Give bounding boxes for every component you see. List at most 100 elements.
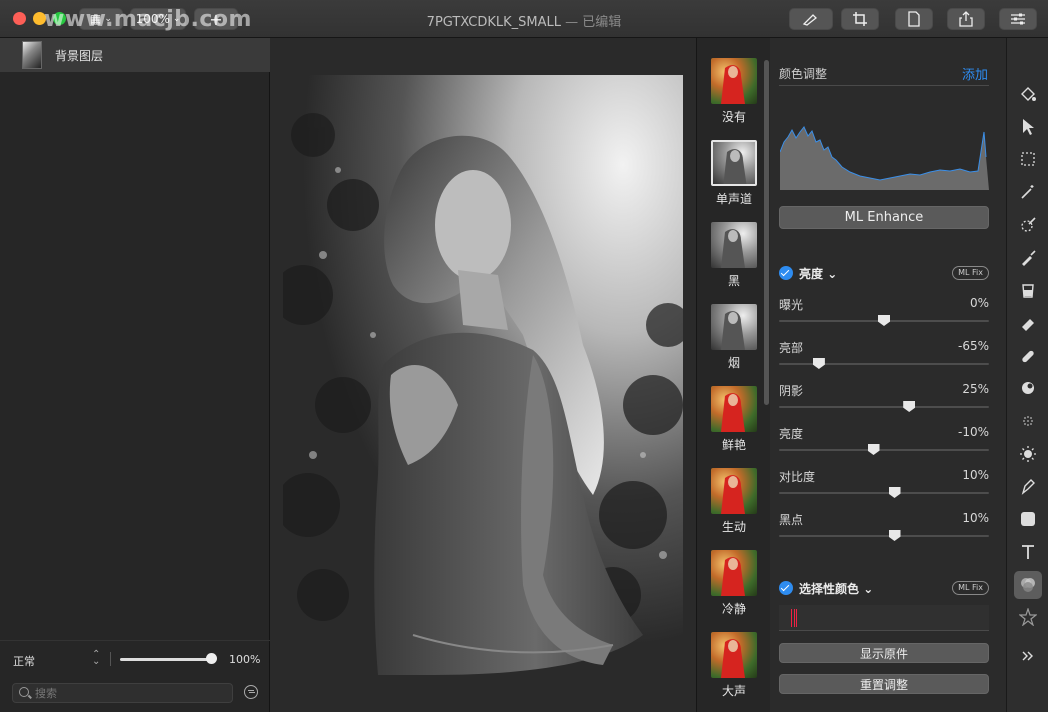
photo-canvas[interactable] [283,75,683,675]
bucket-fill-icon[interactable] [1014,276,1042,304]
slider-value: 10% [962,511,989,525]
crop-button[interactable] [841,8,879,30]
slider-label: 对比度 [779,470,816,484]
adjust-slider[interactable]: 黑点 10% [779,511,989,545]
text-icon[interactable] [1014,538,1042,566]
checkmark-icon[interactable] [779,266,793,280]
opacity-slider-knob[interactable] [206,653,217,664]
preset-item[interactable]: 大声 [709,632,759,699]
divider [779,85,989,86]
opacity-slider[interactable] [120,658,212,661]
checkmark-icon[interactable] [779,581,793,595]
preset-item[interactable]: 生动 [709,468,759,535]
preset-thumbnail [711,222,757,268]
up-down-arrows-icon[interactable]: ⌃ ⌄ [92,650,100,667]
color-marker [791,609,792,627]
slider-track[interactable] [779,535,989,537]
blur-icon[interactable] [1014,407,1042,435]
adjust-slider[interactable]: 亮度 -10% [779,425,989,459]
slider-label: 亮度 [779,427,804,441]
star-effects-icon[interactable] [1014,603,1042,631]
preset-thumbnail [711,550,757,596]
preset-item[interactable]: 单声道 [709,140,759,207]
more-icon[interactable] [1014,642,1042,670]
clone-stamp-icon[interactable] [1014,374,1042,402]
edited-status: — 已编辑 [565,15,622,30]
crop-icon [853,12,867,26]
eraser-icon[interactable] [1014,309,1042,337]
brightness-section-label: 亮度 ⌄ [799,267,838,281]
adjust-slider[interactable]: 阴影 25% [779,382,989,416]
adjust-slider[interactable]: 亮部 -65% [779,339,989,373]
slider-knob[interactable] [812,358,825,369]
preset-item[interactable]: 鲜艳 [709,386,759,453]
layer-thumbnail [22,41,42,69]
slider-track[interactable] [779,492,989,494]
slider-value: -65% [957,339,989,353]
preset-label: 单声道 [715,192,752,206]
slider-track[interactable] [779,406,989,408]
window-title: 7PGTXCDKLK_SMALL — 已编辑 [0,11,1048,30]
reset-adjustments-button[interactable]: 重置调整 [779,674,989,694]
layer-controls: 正常 ⌃ ⌄ 100% [0,640,270,712]
slider-track[interactable] [779,449,989,451]
sliders-icon [1011,13,1025,25]
magic-wand-icon[interactable] [1014,178,1042,206]
filter-icon[interactable] [244,685,258,699]
adjustments-button[interactable] [999,8,1037,30]
titlebar: ▦ ⌄ 100% ⌄ + 7PGTXCDKLK_SMALL — 已编辑 www.… [0,0,1048,38]
share-button[interactable] [947,8,985,30]
slider-knob[interactable] [903,401,916,412]
preset-label: 烟 [727,356,740,370]
preset-label: 冷静 [721,602,746,616]
preset-thumbnail [711,58,757,104]
share-icon [959,11,973,27]
ml-fix-button[interactable]: ML Fix [952,266,989,280]
layer-search-box[interactable] [12,683,233,703]
ml-fix-button[interactable]: ML Fix [952,581,989,595]
slider-knob[interactable] [878,315,890,326]
slider-label: 亮部 [779,341,804,355]
shape-icon[interactable] [1014,505,1042,533]
slider-track[interactable] [779,363,989,365]
blend-mode-select[interactable]: 正常 [13,653,35,669]
ml-enhance-button[interactable]: ML Enhance [779,206,989,229]
search-input[interactable] [35,686,225,701]
preset-thumbnail [711,140,757,186]
edit-tool-button[interactable] [789,8,833,30]
slider-label: 曝光 [779,298,804,312]
adjust-slider[interactable]: 曝光 0% [779,296,989,330]
slider-knob[interactable] [888,487,901,498]
preset-thumbnail [711,632,757,678]
bandage-repair-icon[interactable] [1014,342,1042,370]
quick-select-icon[interactable] [1014,211,1042,239]
show-original-button[interactable]: 显示原件 [779,643,989,663]
preset-scrollbar[interactable] [764,60,769,405]
sun-icon[interactable] [1014,440,1042,468]
slider-knob[interactable] [888,530,901,541]
arrow-cursor-icon[interactable] [1014,113,1042,141]
slider-knob[interactable] [867,444,880,455]
layers-sidebar: 背景图层 正常 ⌃ ⌄ 100% [0,38,270,712]
document-icon [908,11,920,27]
preset-item[interactable]: 冷静 [709,550,759,617]
preset-item[interactable]: 没有 [709,58,759,125]
tools-column [1006,38,1048,712]
divider [110,652,111,666]
add-adjustment-link[interactable]: 添加 [962,64,988,83]
pen-icon[interactable] [1014,472,1042,500]
layer-row[interactable]: 背景图层 [0,38,270,72]
selective-color-section-header[interactable]: 选择性颜色 ⌄ ML Fix [779,580,989,598]
marquee-select-icon[interactable] [1014,145,1042,173]
color-adjust-icon[interactable] [1014,570,1042,599]
brush-icon[interactable] [1014,244,1042,272]
slider-value: -10% [957,425,989,439]
paint-bucket-icon[interactable] [1014,80,1042,108]
preset-item[interactable]: 黑 [709,222,759,289]
preset-item[interactable]: 烟 [709,304,759,371]
document-button[interactable] [895,8,933,30]
slider-value: 0% [969,296,989,310]
brightness-section-header[interactable]: 亮度 ⌄ ML Fix [779,265,989,283]
adjust-slider[interactable]: 对比度 10% [779,468,989,502]
selective-color-strip[interactable] [779,605,989,631]
